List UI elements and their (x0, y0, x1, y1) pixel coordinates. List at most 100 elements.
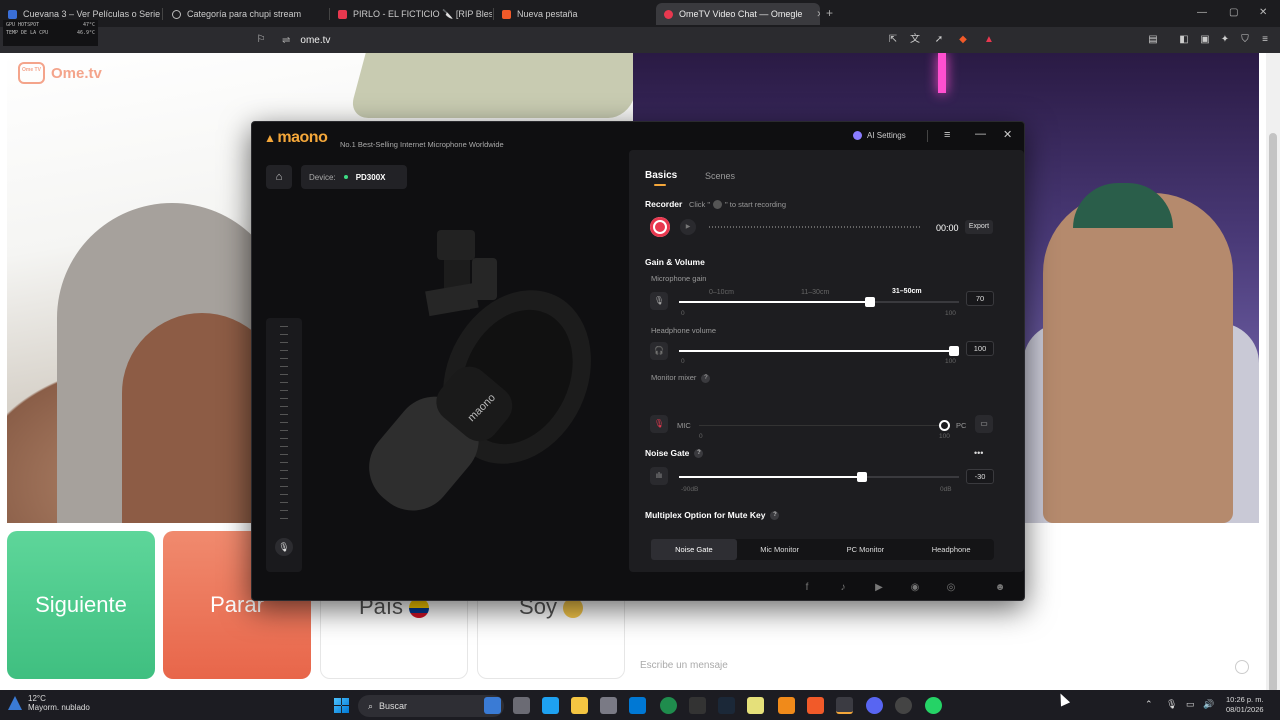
tab-categoria[interactable]: Categoría para chupi stream (164, 3, 327, 25)
next-button[interactable]: Siguiente (7, 531, 155, 679)
monitor-mixer-handle[interactable] (939, 420, 950, 431)
edge-icon[interactable] (542, 697, 559, 714)
show-hidden-icons[interactable]: ⌃ (1145, 699, 1153, 710)
monitor-mixer-track[interactable] (699, 425, 939, 426)
site-settings-icon[interactable]: ⇌ (282, 35, 290, 46)
tab-nueva-pestana[interactable]: Nueva pestaña (494, 3, 654, 25)
volume-icon[interactable]: 🔊 (1203, 699, 1214, 710)
headphone-min: 0 (681, 358, 685, 365)
close-window-icon[interactable]: ✕ (1259, 7, 1267, 18)
brave-taskbar-icon[interactable] (807, 697, 824, 714)
upwork-icon[interactable] (660, 697, 677, 714)
clock-time: 10:26 p. m. (1226, 695, 1264, 704)
help-icon[interactable]: ? (694, 449, 704, 459)
taskbar-search[interactable]: ⌕ Buscar (358, 695, 504, 717)
help-icon[interactable]: ? (770, 511, 780, 521)
app-icon[interactable] (747, 697, 764, 714)
gain-zone-active[interactable]: 31–50cm (892, 288, 922, 295)
brave-rewards-icon[interactable]: ▲ (982, 33, 996, 47)
noise-gate-slider[interactable] (679, 472, 959, 482)
chat-message-input[interactable]: Escribe un mensaje (640, 660, 728, 671)
copilot-icon[interactable] (484, 697, 501, 714)
share-icon[interactable]: ⇱ (886, 33, 900, 47)
task-view-icon[interactable] (513, 697, 530, 714)
maximize-window-icon[interactable]: ▢ (1229, 7, 1238, 18)
capcut-icon[interactable] (689, 697, 706, 714)
device-selector[interactable]: Device: PD300X (301, 165, 407, 189)
menu-icon[interactable]: ≡ (1258, 33, 1272, 47)
whatsapp-icon[interactable] (925, 697, 942, 714)
sidebar-toggle-icon[interactable]: ◧ (1177, 33, 1191, 47)
headphone-volume-value[interactable]: 100 (966, 341, 994, 356)
page-scrollbar[interactable] (1266, 53, 1280, 693)
maono-taskbar-icon[interactable] (836, 697, 853, 714)
tab-scenes[interactable]: Scenes (705, 171, 735, 181)
extensions-icon[interactable]: ✦ (1218, 33, 1232, 47)
noise-gate-handle[interactable] (856, 472, 867, 482)
discord-taskbar-icon[interactable] (866, 697, 883, 714)
instagram-icon[interactable]: ◎ (945, 582, 957, 594)
new-tab-button[interactable]: + (826, 6, 833, 20)
more-options-icon[interactable]: ••• (974, 448, 983, 458)
file-explorer-icon[interactable] (571, 697, 588, 714)
ai-settings-button[interactable]: AI Settings (853, 131, 906, 140)
menu-icon[interactable]: ≡ (944, 129, 950, 141)
weather-widget[interactable]: 12°C Mayorm. nublado (8, 694, 90, 712)
tab-ometv[interactable]: OmeTV Video Chat — Omegle ✕ (656, 3, 820, 25)
vpn-shield-icon[interactable]: ⛉ (1238, 33, 1252, 47)
start-button[interactable] (334, 698, 349, 713)
tiktok-icon[interactable]: ♪ (837, 582, 849, 594)
emoji-picker-icon[interactable] (1235, 660, 1249, 674)
mic-gain-handle[interactable] (865, 297, 875, 307)
mic-gain-slider[interactable] (679, 297, 959, 307)
ometv-logo[interactable]: Ome TV Ome.tv (18, 62, 102, 84)
ometv-logo-text: Ome.tv (51, 64, 102, 82)
youtube-icon[interactable]: ▶ (873, 582, 885, 594)
translate-icon[interactable]: 文 (908, 33, 922, 47)
close-tab-icon[interactable]: ✕ (816, 9, 820, 20)
video-subject-face (1043, 193, 1233, 523)
mic-gain-value[interactable]: 70 (966, 291, 994, 306)
option-pc-monitor[interactable]: PC Monitor (823, 539, 909, 560)
facebook-icon[interactable]: f (801, 582, 813, 594)
close-icon[interactable]: ✕ (1003, 128, 1012, 141)
monitor-pc-icon[interactable]: ▭ (975, 415, 993, 433)
send-icon[interactable]: ➚ (932, 33, 946, 47)
minimize-icon[interactable]: — (975, 128, 986, 140)
discord-icon[interactable]: ◉ (909, 582, 921, 594)
store-icon[interactable] (600, 697, 617, 714)
multiplex-title: Multiplex Option for Mute Key? (645, 510, 780, 521)
headphone-volume-slider[interactable] (679, 346, 959, 356)
play-button[interactable]: ▶ (680, 219, 696, 235)
microphone-tray-icon[interactable]: 🎙 (1166, 699, 1177, 710)
tab-basics[interactable]: Basics (645, 170, 677, 181)
taskbar-clock[interactable]: 10:26 p. m. 08/01/2026 (1226, 695, 1264, 715)
option-headphone[interactable]: Headphone (908, 539, 994, 560)
minimize-window-icon[interactable]: — (1197, 7, 1207, 18)
noise-gate-value[interactable]: -30 (966, 469, 994, 484)
brave-shield-icon[interactable]: ◆ (956, 33, 970, 47)
ableton-icon[interactable] (778, 697, 795, 714)
tab-youtube[interactable]: PIRLO - EL FICTICIO 🔪 [RIP Blessd] (330, 3, 492, 25)
support-chat-icon[interactable]: ☻ (994, 582, 1006, 594)
headphone-volume-handle[interactable] (949, 346, 959, 356)
gain-zone[interactable]: 0–10cm (709, 289, 734, 296)
home-icon[interactable]: ⌂ (266, 165, 292, 189)
bookmark-icon[interactable]: ⚐ (254, 33, 268, 47)
cuevana-favicon-icon (8, 9, 17, 19)
record-button[interactable] (650, 217, 670, 237)
sidebar-panel-icon[interactable]: ▤ (1146, 33, 1160, 47)
scrollbar-thumb[interactable] (1269, 133, 1277, 693)
mic-muted-icon: 🎙 (650, 415, 668, 433)
steam-icon[interactable] (718, 697, 735, 714)
option-noise-gate[interactable]: Noise Gate (651, 539, 737, 560)
option-mic-monitor[interactable]: Mic Monitor (737, 539, 823, 560)
mail-icon[interactable] (629, 697, 646, 714)
network-icon[interactable]: ▭ (1186, 699, 1195, 710)
gain-zone[interactable]: 11–30cm (801, 289, 829, 296)
help-icon[interactable]: ? (701, 373, 711, 383)
wallet-icon[interactable]: ▣ (1198, 33, 1212, 47)
export-button[interactable]: Export (965, 220, 993, 234)
mic-mute-icon[interactable]: 🎙 (275, 538, 293, 556)
obs-icon[interactable] (895, 697, 912, 714)
